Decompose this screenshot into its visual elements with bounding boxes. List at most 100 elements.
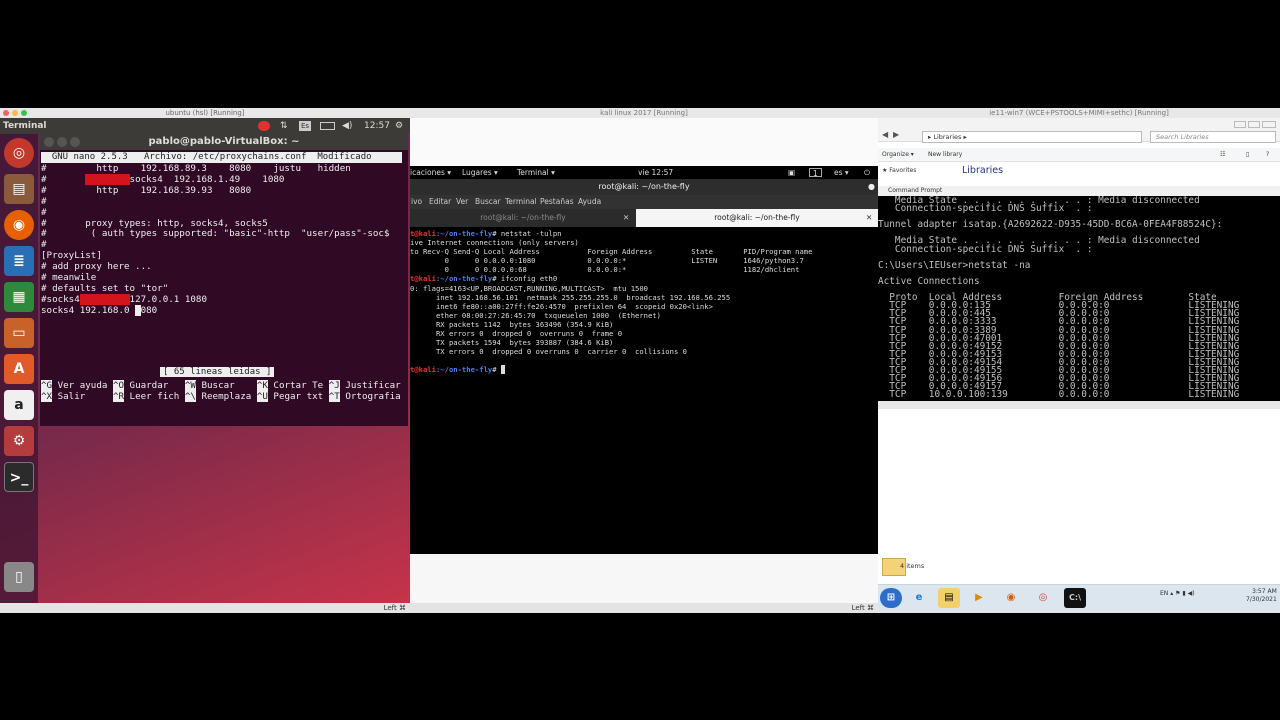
close-tab-icon[interactable]: ✕ xyxy=(623,209,629,227)
nano-line[interactable]: # proxy types: http, socks4, socks5 xyxy=(41,218,268,229)
cmd-output[interactable]: Media State . . . . . . . . . . . : Medi… xyxy=(878,196,1239,399)
nano-line[interactable]: # http 192.168.89.3 8080 justu hidden xyxy=(41,163,351,174)
text-cursor xyxy=(500,365,506,375)
menu-terminal[interactable]: Terminal xyxy=(505,195,537,209)
nano-line[interactable]: # defaults set to "tor" xyxy=(41,283,168,294)
back-icon[interactable]: ◀ xyxy=(882,130,888,139)
maximize-button[interactable] xyxy=(1248,121,1260,128)
places-menu[interactable]: Lugares ▾ xyxy=(462,166,498,179)
menu-pestanas[interactable]: Pestañas xyxy=(540,195,574,209)
firefox-icon[interactable]: ◉ xyxy=(4,210,34,240)
menu-editar[interactable]: Editar xyxy=(429,195,451,209)
preview-pane-icon[interactable]: ▯ xyxy=(1246,148,1249,162)
shortcut-key: ^W xyxy=(184,380,196,391)
close-button[interactable] xyxy=(44,137,54,147)
trash-icon[interactable]: ▯ xyxy=(4,562,34,592)
close-button[interactable] xyxy=(1262,121,1276,128)
maximize-icon[interactable] xyxy=(21,110,27,116)
internet-explorer-icon[interactable]: e xyxy=(908,588,930,608)
volume-icon[interactable]: ◀) xyxy=(342,118,352,134)
calc-icon[interactable]: ▦ xyxy=(4,282,34,312)
organize-button[interactable]: Organize ▾ xyxy=(882,148,914,162)
clock[interactable]: vie 12:57 xyxy=(638,166,673,179)
close-tab-icon[interactable]: ✕ xyxy=(866,209,872,227)
explorer-icon[interactable]: ▤ xyxy=(938,588,960,608)
nano-line[interactable]: # xyxy=(41,196,47,207)
shortcut-key: ^J xyxy=(328,380,340,391)
terminal-icon[interactable]: >_ xyxy=(4,462,34,492)
screen-icon[interactable]: ▣ xyxy=(788,166,795,179)
nano-line[interactable]: # ( auth types supported: "basic"-http "… xyxy=(41,228,389,239)
prompt-line: t@kali:~/on-the-fly# netstat -tulpn xyxy=(410,229,562,238)
impress-icon[interactable]: ▭ xyxy=(4,318,34,348)
language-indicator[interactable]: EN xyxy=(1160,590,1168,597)
terminal-output[interactable]: t@kali:~/on-the-fly# netstat -tulpn ive … xyxy=(410,229,812,375)
ubuntu-dash-icon[interactable]: ◎ xyxy=(4,138,34,168)
clock-date: 7/30/2021 xyxy=(1246,596,1277,603)
cmd-line: Connection-specific DNS Suffix . : xyxy=(878,243,1093,255)
nano-line[interactable]: # xyxy=(41,207,47,218)
battery-icon[interactable] xyxy=(320,122,335,130)
menu-archivo[interactable]: ivo xyxy=(411,195,422,209)
power-icon[interactable]: ⏻ xyxy=(864,166,870,179)
firefox-icon[interactable]: ◉ xyxy=(1000,588,1022,608)
menu-ayuda[interactable]: Ayuda xyxy=(578,195,601,209)
menu-buscar[interactable]: Buscar xyxy=(475,195,501,209)
chrome-icon[interactable]: ◎ xyxy=(1032,588,1054,608)
nano-lines[interactable]: # http 192.168.89.3 8080 justu hidden # … xyxy=(41,163,389,317)
amazon-icon[interactable]: a xyxy=(4,390,34,420)
tab-2[interactable]: root@kali: ~/on-the-fly ✕ xyxy=(636,209,878,227)
nano-line[interactable]: # socks4 192.168.1.49 1080 xyxy=(41,173,284,185)
clock-time: 3:57 AM xyxy=(1252,588,1277,595)
writer-icon[interactable]: ≣ xyxy=(4,246,34,276)
nano-editor-text[interactable]: # http 192.168.89.3 8080 justu hidden # … xyxy=(41,163,389,317)
address-bar[interactable]: ▸ Libraries ▸ xyxy=(922,131,1142,143)
workspace-indicator[interactable]: 1 xyxy=(809,168,822,178)
view-icon[interactable]: ☷ xyxy=(1220,148,1225,162)
no-entry-icon[interactable] xyxy=(258,121,270,131)
menu-ver[interactable]: Ver xyxy=(456,195,468,209)
gear-icon[interactable]: ⚙ xyxy=(395,118,403,134)
command-prompt-console[interactable]: Media State . . . . . . . . . . . : Medi… xyxy=(878,196,1280,401)
redaction-block xyxy=(85,173,130,185)
nano-line[interactable]: # add proxy here ... xyxy=(41,261,152,272)
minimize-icon[interactable] xyxy=(12,110,18,116)
minimize-button[interactable] xyxy=(57,137,67,147)
files-icon[interactable]: ▤ xyxy=(4,174,34,204)
language-indicator[interactable]: es ▾ xyxy=(834,166,849,179)
nano-line[interactable]: socks4 192.168.0 080 xyxy=(41,304,157,316)
software-center-icon[interactable]: A xyxy=(4,354,34,384)
settings-icon[interactable]: ⚙ xyxy=(4,426,34,456)
cmd-icon[interactable]: C:\ xyxy=(1064,588,1086,608)
applications-menu[interactable]: icaciones ▾ xyxy=(410,166,451,179)
prompt-cwd: :~/on-the-fly xyxy=(435,229,493,238)
media-player-icon[interactable]: ▶ xyxy=(968,588,990,608)
close-icon[interactable]: ● xyxy=(868,179,875,195)
terminal-console[interactable]: t@kali:~/on-the-fly# netstat -tulpn ive … xyxy=(410,227,878,554)
nano-line[interactable]: [ProxyList] xyxy=(41,250,102,261)
clock[interactable]: 3:57 AM 7/30/2021 xyxy=(1246,588,1277,604)
terminal-menu[interactable]: Terminal ▾ xyxy=(517,166,555,179)
forward-icon[interactable]: ▶ xyxy=(893,130,899,139)
nano-line[interactable]: # http 192.168.39.93 8080 xyxy=(41,185,251,196)
favorites-item[interactable]: ★ Favorites xyxy=(882,167,916,174)
keyboard-layout-indicator[interactable]: Es xyxy=(299,121,312,131)
maximize-button[interactable] xyxy=(70,137,80,147)
output-line: TX packets 1594 bytes 393887 (384.6 KiB) xyxy=(410,338,614,348)
network-arrows-icon[interactable]: ⇅ xyxy=(280,118,288,134)
clock[interactable]: 12:57 xyxy=(364,118,390,134)
search-input[interactable]: Search Libraries xyxy=(1150,131,1276,143)
minimize-button[interactable] xyxy=(1234,121,1246,128)
terminal-window: pablo@pablo-VirtualBox: ~ GNU nano 2.5.3… xyxy=(40,134,408,426)
horizontal-scrollbar[interactable] xyxy=(878,401,1280,409)
nano-line[interactable]: # meanwile xyxy=(41,272,96,283)
help-icon[interactable]: ? xyxy=(1266,148,1269,162)
prompt-user: t@kali xyxy=(410,229,436,238)
tab-1[interactable]: root@kali: ~/on-the-fly ✕ xyxy=(410,209,636,227)
close-icon[interactable] xyxy=(3,110,9,116)
new-library-button[interactable]: New library xyxy=(928,148,962,162)
tray-icons[interactable]: ▴ ⚑ ▮ ◀) xyxy=(1170,590,1194,597)
start-button[interactable]: ⊞ xyxy=(880,588,902,608)
nano-line[interactable]: # xyxy=(41,239,47,250)
nano-line[interactable]: #socks4 127.0.0.1 1080 xyxy=(41,293,207,305)
